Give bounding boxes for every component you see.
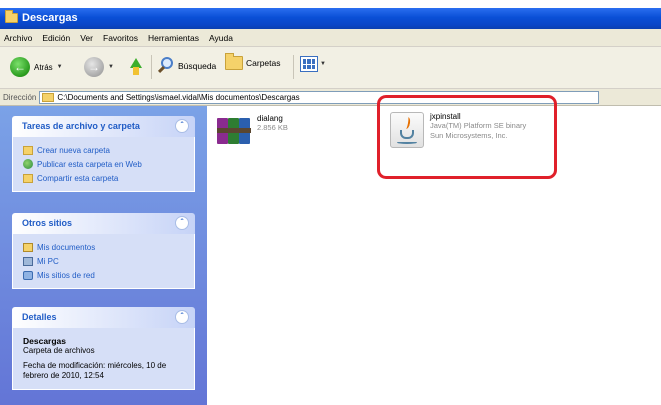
menu-herramientas[interactable]: Herramientas xyxy=(148,33,199,43)
tasks-panel-header[interactable]: Tareas de archivo y carpeta ˆ xyxy=(12,116,195,137)
folders-icon xyxy=(225,53,243,70)
menu-archivo[interactable]: Archivo xyxy=(4,33,32,43)
details-panel-title: Detalles xyxy=(22,312,57,322)
forward-arrow-icon: → xyxy=(84,57,104,77)
views-button[interactable]: ▼ xyxy=(300,56,326,72)
task-pane: Tareas de archivo y carpeta ˆ Crear nuev… xyxy=(0,106,207,405)
back-dropdown-icon[interactable]: ▼ xyxy=(57,64,63,70)
place-label: Mi PC xyxy=(37,256,59,266)
task-publish-web[interactable]: Publicar esta carpeta en Web xyxy=(23,157,184,171)
documents-folder-icon xyxy=(23,242,33,252)
details-modified: Fecha de modificación: miércoles, 10 de … xyxy=(23,361,167,380)
folders-label: Carpetas xyxy=(246,58,281,68)
tasks-panel: Tareas de archivo y carpeta ˆ Crear nuev… xyxy=(12,116,195,192)
task-share-folder[interactable]: Compartir esta carpeta xyxy=(23,171,184,185)
menu-ayuda[interactable]: Ayuda xyxy=(209,33,233,43)
computer-icon xyxy=(23,256,33,266)
place-my-pc[interactable]: Mi PC xyxy=(23,254,184,268)
place-label: Mis sitios de red xyxy=(37,270,95,280)
task-label: Crear nueva carpeta xyxy=(37,145,110,155)
task-new-folder[interactable]: Crear nueva carpeta xyxy=(23,143,184,157)
task-label: Publicar esta carpeta en Web xyxy=(37,159,142,169)
place-my-documents[interactable]: Mis documentos xyxy=(23,240,184,254)
search-label: Búsqueda xyxy=(178,61,217,71)
tasks-panel-body: Crear nueva carpeta Publicar esta carpet… xyxy=(12,137,195,192)
menu-edicion[interactable]: Edición xyxy=(42,33,70,43)
folder-icon xyxy=(42,92,55,102)
address-path: C:\Documents and Settings\ismael.vidal\M… xyxy=(57,92,300,102)
share-folder-icon xyxy=(23,173,33,183)
details-panel-header[interactable]: Detalles ˆ xyxy=(12,307,195,328)
window-title: Descargas xyxy=(22,12,78,24)
toolbar-separator xyxy=(293,55,294,79)
menu-favoritos[interactable]: Favoritos xyxy=(103,33,138,43)
toolbar-separator xyxy=(151,55,152,79)
search-button[interactable]: Búsqueda xyxy=(157,56,216,76)
back-button[interactable]: ← Atrás ▼ xyxy=(10,57,63,77)
address-label: Dirección xyxy=(3,92,37,102)
back-label: Atrás xyxy=(34,62,53,72)
network-places-icon xyxy=(23,270,33,280)
forward-button[interactable]: → ▼ xyxy=(84,57,114,77)
up-arrow-shaft xyxy=(133,67,139,75)
collapse-chevron-icon[interactable]: ˆ xyxy=(175,119,189,133)
views-icon xyxy=(300,56,318,72)
place-label: Mis documentos xyxy=(37,242,96,252)
red-highlight-annotation xyxy=(377,95,557,179)
details-name: Descargas xyxy=(23,336,67,346)
new-folder-icon xyxy=(23,145,33,155)
views-dropdown-icon[interactable]: ▼ xyxy=(320,61,326,67)
file-text: dialang 2.856 KB xyxy=(257,114,288,146)
details-panel-body: Descargas Carpeta de archivos Fecha de m… xyxy=(12,328,195,390)
forward-dropdown-icon[interactable]: ▼ xyxy=(108,64,114,70)
up-folder-button[interactable] xyxy=(128,56,144,78)
toolbar: ← Atrás ▼ → ▼ Búsqueda Carpetas ▼ xyxy=(0,47,661,89)
winrar-archive-icon xyxy=(217,114,251,146)
tasks-panel-title: Tareas de archivo y carpeta xyxy=(22,121,140,131)
file-item-dialang[interactable]: dialang 2.856 KB xyxy=(217,114,288,146)
collapse-chevron-icon[interactable]: ˆ xyxy=(175,310,189,324)
file-name: dialang xyxy=(257,114,283,123)
search-icon xyxy=(157,56,175,76)
place-network[interactable]: Mis sitios de red xyxy=(23,268,184,282)
globe-icon xyxy=(23,159,33,169)
collapse-chevron-icon[interactable]: ˆ xyxy=(175,216,189,230)
folders-button[interactable]: Carpetas xyxy=(225,53,281,70)
title-bar[interactable]: Descargas xyxy=(0,8,661,29)
details-type: Carpeta de archivos xyxy=(23,346,95,355)
folder-icon xyxy=(5,10,18,23)
menu-bar: Archivo Edición Ver Favoritos Herramient… xyxy=(0,29,661,47)
places-panel-title: Otros sitios xyxy=(22,218,73,228)
places-panel: Otros sitios ˆ Mis documentos Mi PC Mis … xyxy=(12,213,195,289)
task-label: Compartir esta carpeta xyxy=(37,173,119,183)
menu-ver[interactable]: Ver xyxy=(80,33,93,43)
places-panel-body: Mis documentos Mi PC Mis sitios de red xyxy=(12,234,195,289)
file-list: dialang 2.856 KB jxpinstall Java(TM) Pla… xyxy=(207,95,661,405)
file-size: 2.856 KB xyxy=(257,123,288,132)
places-panel-header[interactable]: Otros sitios ˆ xyxy=(12,213,195,234)
address-bar: Dirección C:\Documents and Settings\isma… xyxy=(0,89,661,106)
back-arrow-icon: ← xyxy=(10,57,30,77)
details-panel: Detalles ˆ Descargas Carpeta de archivos… xyxy=(12,307,195,390)
